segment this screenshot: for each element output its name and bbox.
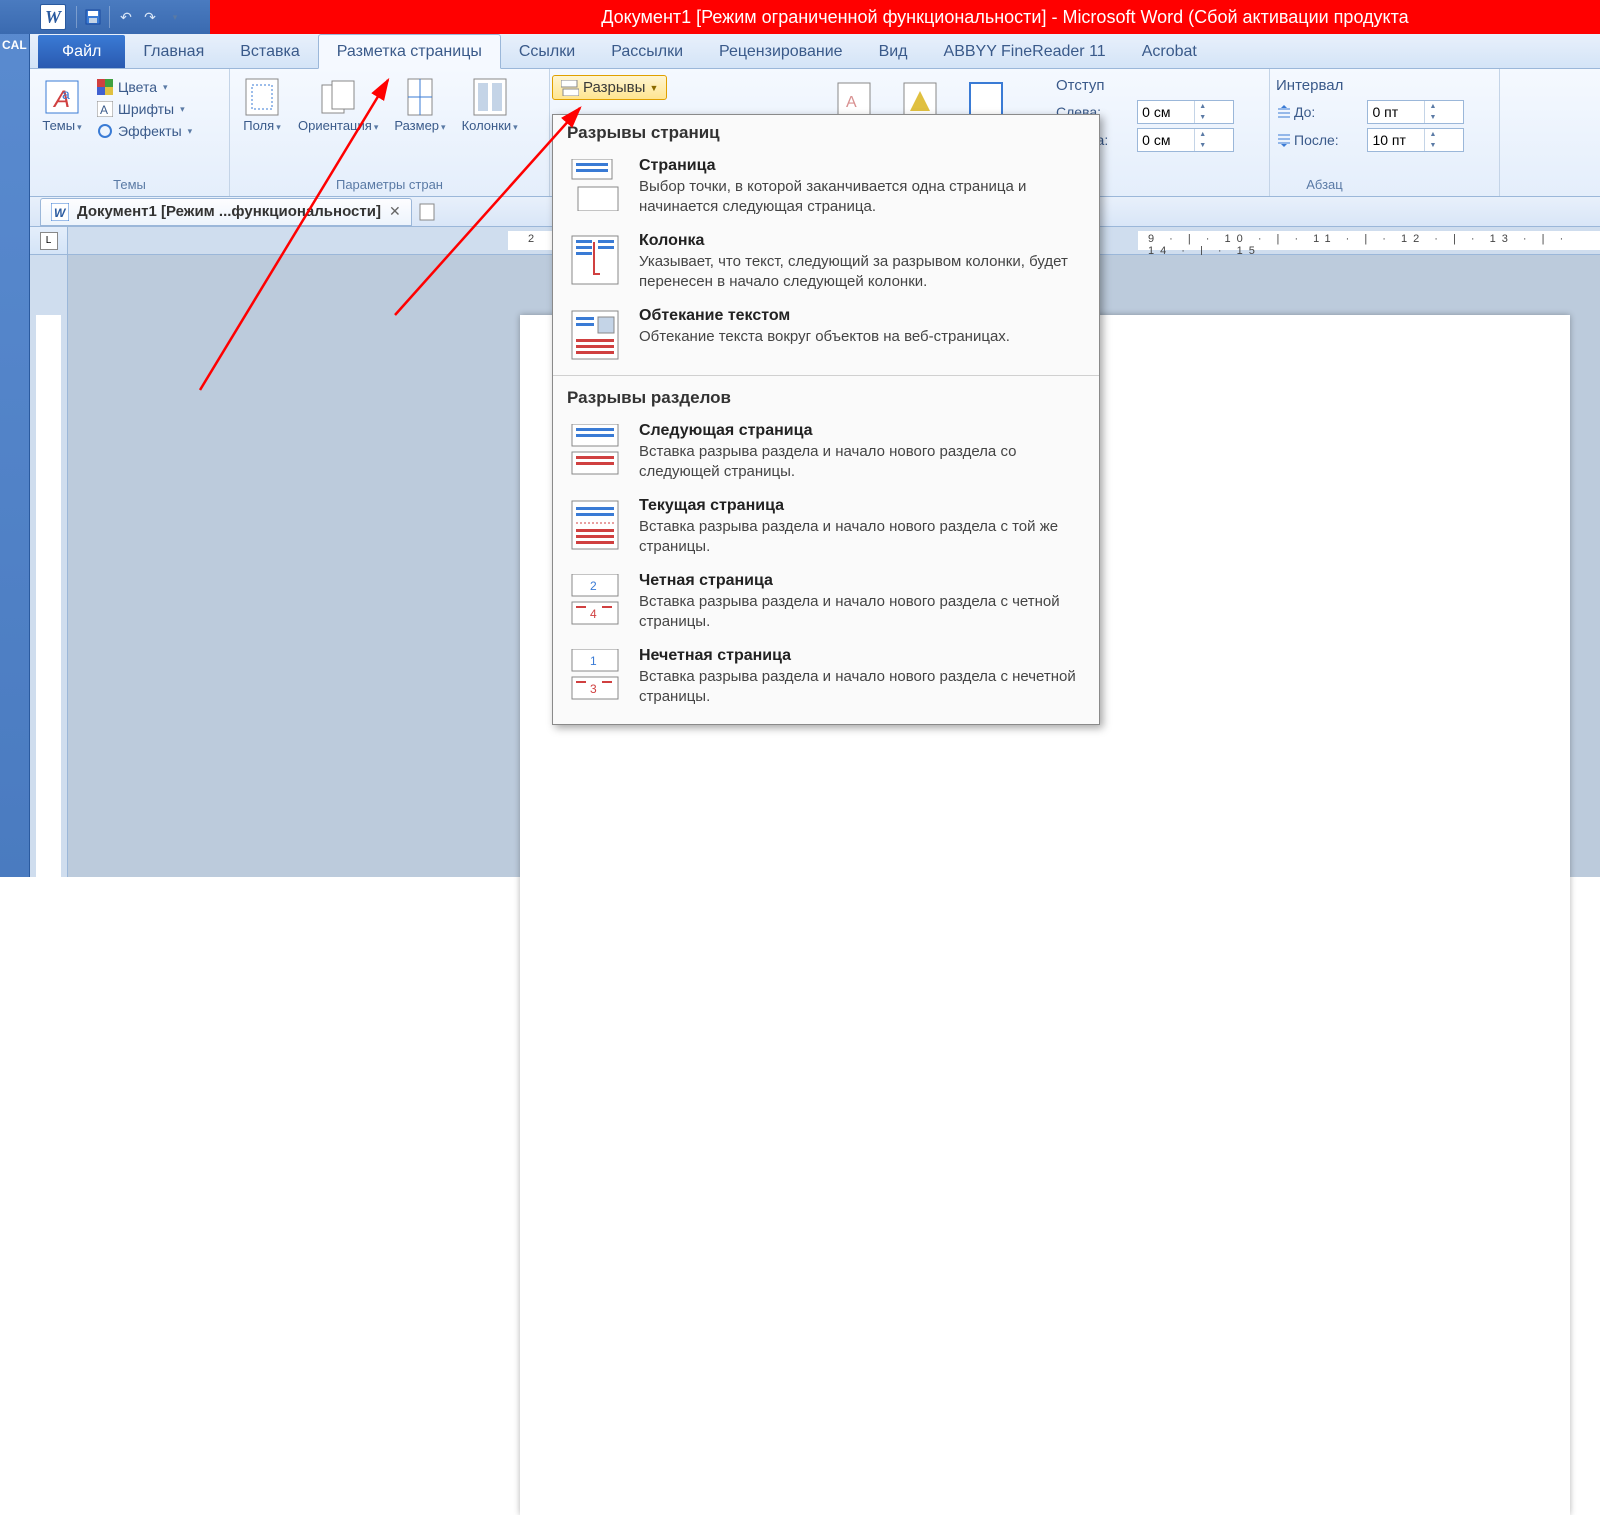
theme-colors-button[interactable]: Цвета xyxy=(92,77,196,97)
group-spacing: Интервал До: ▲▼ После: ▲▼ Абзац xyxy=(1270,69,1500,196)
effects-icon xyxy=(96,122,114,140)
column-break-icon xyxy=(567,232,623,288)
fonts-icon: A xyxy=(96,100,114,118)
tab-view[interactable]: Вид xyxy=(861,35,926,68)
even-page-icon: 24 xyxy=(567,572,623,628)
undo-icon[interactable]: ↶ xyxy=(114,5,138,29)
themes-button[interactable]: Aa Темы xyxy=(36,73,88,137)
title-text: Документ1 [Режим ограниченной функционал… xyxy=(210,0,1600,34)
ribbon-tabs: Файл Главная Вставка Разметка страницы С… xyxy=(30,34,1600,69)
tab-mailings[interactable]: Рассылки xyxy=(593,35,701,68)
themes-icon: Aa xyxy=(42,77,82,117)
indent-left-input[interactable]: ▲▼ xyxy=(1137,100,1234,124)
spacing-before-icon xyxy=(1276,105,1292,119)
tab-selector[interactable]: L xyxy=(30,227,68,254)
svg-text:W: W xyxy=(54,206,67,220)
redo-icon[interactable]: ↷ xyxy=(138,5,162,29)
word-doc-icon: W xyxy=(51,203,69,221)
stub-text: CAL xyxy=(2,38,27,52)
next-page-icon xyxy=(567,422,623,478)
break-text-wrap-item[interactable]: Обтекание текстомОбтекание текста вокруг… xyxy=(553,299,1099,371)
margins-icon xyxy=(242,77,282,117)
columns-icon xyxy=(470,77,510,117)
svg-text:A: A xyxy=(100,103,108,117)
save-icon[interactable] xyxy=(81,5,105,29)
break-continuous-item[interactable]: Текущая страницаВставка разрыва раздела … xyxy=(553,489,1099,564)
orientation-button[interactable]: Ориентация xyxy=(292,73,384,137)
size-icon xyxy=(400,77,440,117)
svg-text:a: a xyxy=(62,86,70,102)
breaks-dropdown: Разрывы страниц СтраницаВыбор точки, в к… xyxy=(552,114,1100,725)
close-tab-icon[interactable]: ✕ xyxy=(389,203,401,220)
odd-page-icon: 13 xyxy=(567,647,623,703)
break-column-item[interactable]: КолонкаУказывает, что текст, следующий з… xyxy=(553,224,1099,299)
svg-text:2: 2 xyxy=(590,579,597,593)
break-page-item[interactable]: СтраницаВыбор точки, в которой заканчива… xyxy=(553,149,1099,224)
colors-icon xyxy=(96,78,114,96)
tab-references[interactable]: Ссылки xyxy=(501,35,593,68)
columns-button[interactable]: Колонки xyxy=(456,73,524,137)
theme-fonts-button[interactable]: A Шрифты xyxy=(92,99,196,119)
spacing-after-input[interactable]: ▲▼ xyxy=(1367,128,1464,152)
svg-text:4: 4 xyxy=(590,607,597,621)
page-break-icon xyxy=(567,157,623,213)
size-button[interactable]: Размер xyxy=(388,73,451,137)
theme-effects-button[interactable]: Эффекты xyxy=(92,121,196,141)
spacing-after-icon xyxy=(1276,133,1292,147)
continuous-icon xyxy=(567,497,623,553)
tab-home[interactable]: Главная xyxy=(125,35,222,68)
tab-file[interactable]: Файл xyxy=(38,35,125,68)
break-even-page-item[interactable]: 24 Четная страницаВставка разрыва раздел… xyxy=(553,564,1099,639)
tab-acrobat[interactable]: Acrobat xyxy=(1124,35,1215,68)
break-next-page-item[interactable]: Следующая страницаВставка разрыва раздел… xyxy=(553,414,1099,489)
group-page-setup: Поля Ориентация Размер Колонки Параметры… xyxy=(230,69,550,196)
orientation-icon xyxy=(318,77,358,117)
breaks-icon xyxy=(561,80,579,96)
break-odd-page-item[interactable]: 13 Нечетная страницаВставка разрыва разд… xyxy=(553,639,1099,714)
new-doc-icon[interactable] xyxy=(418,202,438,222)
indent-right-input[interactable]: ▲▼ xyxy=(1137,128,1234,152)
tab-review[interactable]: Рецензирование xyxy=(701,35,861,68)
tab-page-layout[interactable]: Разметка страницы xyxy=(318,34,501,69)
spacing-before-input[interactable]: ▲▼ xyxy=(1367,100,1464,124)
titlebar: W ↶ ↷ Документ1 [Режим ограниченной функ… xyxy=(0,0,1600,34)
svg-text:3: 3 xyxy=(590,682,597,696)
vertical-ruler[interactable] xyxy=(30,255,68,877)
tab-insert[interactable]: Вставка xyxy=(222,35,317,68)
qat-dropdown-icon[interactable] xyxy=(162,5,186,29)
text-wrap-icon xyxy=(567,307,623,363)
margins-button[interactable]: Поля xyxy=(236,73,288,137)
svg-text:A: A xyxy=(846,94,857,111)
tab-abbyy[interactable]: ABBYY FineReader 11 xyxy=(926,35,1124,68)
breaks-button[interactable]: Разрывы ▼ xyxy=(552,75,667,100)
document-tab[interactable]: W Документ1 [Режим ...функциональности] … xyxy=(40,198,412,226)
left-app-stub: CAL xyxy=(0,0,30,877)
svg-text:1: 1 xyxy=(590,654,597,668)
word-icon[interactable]: W xyxy=(40,4,66,30)
group-themes: Aa Темы Цвета A Шрифты Эффекты Темы xyxy=(30,69,230,196)
